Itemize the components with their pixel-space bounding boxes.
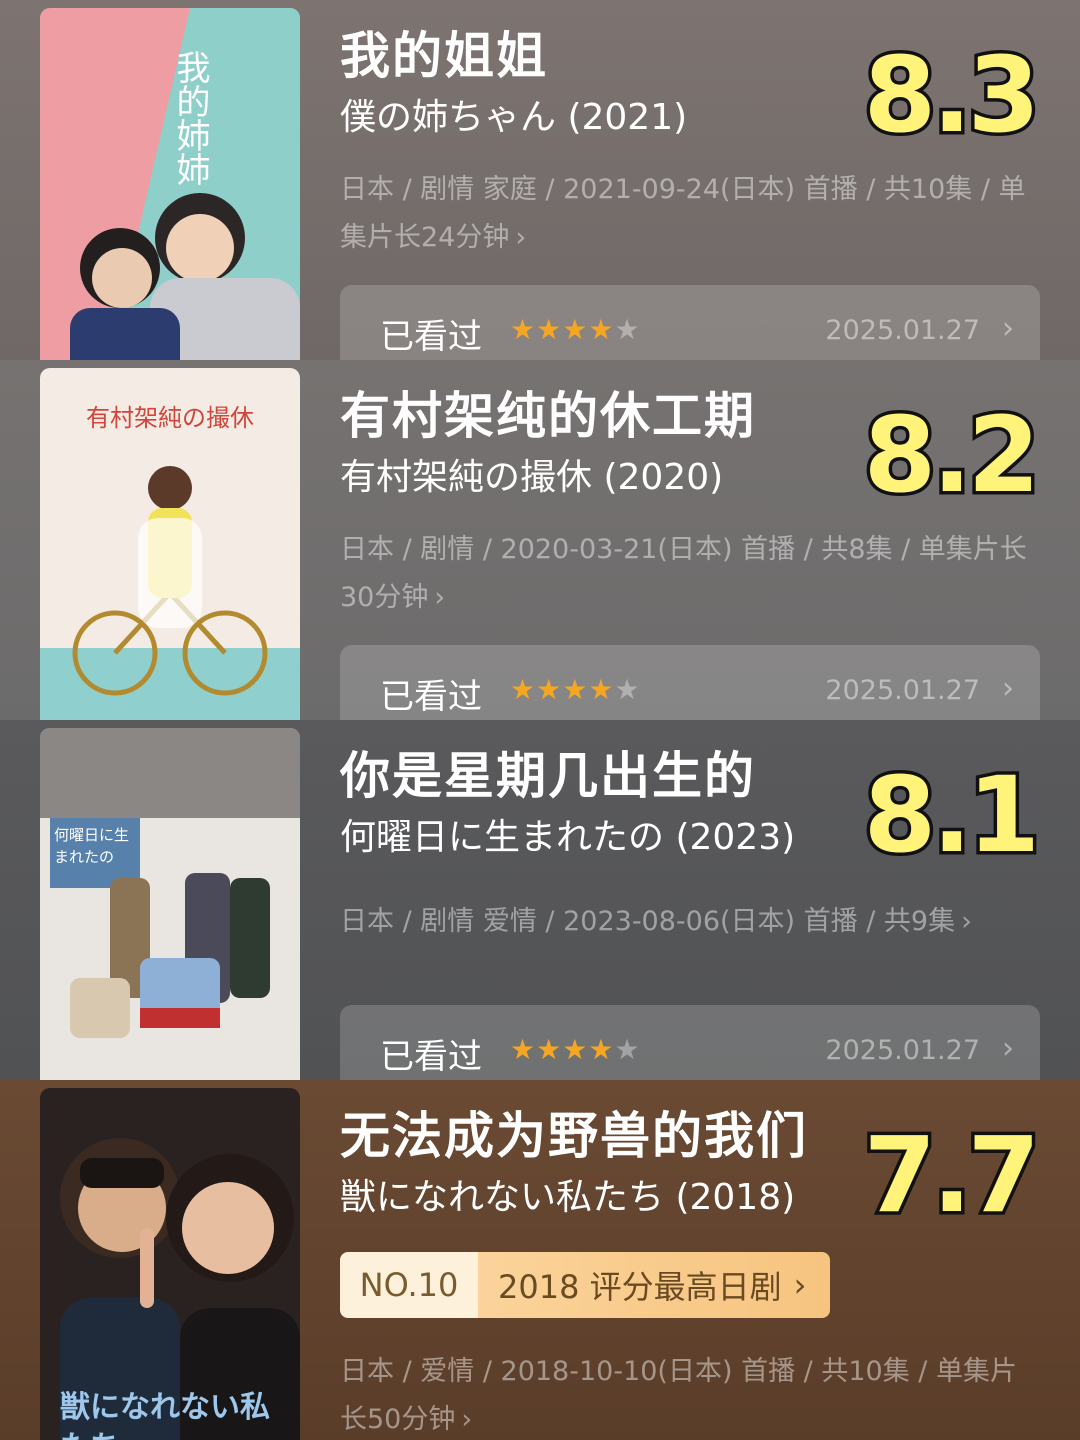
chevron-right-icon: › bbox=[434, 582, 446, 613]
chevron-right-icon: › bbox=[515, 222, 527, 253]
drama-original-title: 何曜日に生まれたの (2023) bbox=[340, 817, 796, 858]
chevron-right-icon: › bbox=[461, 1404, 473, 1435]
star-filled-icon: ★ bbox=[588, 1033, 615, 1066]
rank-number: NO.10 bbox=[340, 1252, 478, 1318]
drama-meta[interactable]: 日本 / 剧情 家庭 / 2021-09-24(日本) 首播 / 共10集 / … bbox=[340, 166, 1040, 262]
drama-card[interactable]: 何曜日に生まれたの 你是星期几出生的 何曜日に生まれたの (2023) 8.1 … bbox=[0, 720, 1080, 1080]
drama-title[interactable]: 我的姐姐 bbox=[340, 16, 548, 88]
meta-text: 日本 / 爱情 / 2018-10-10(日本) 首播 / 共10集 / 单集片… bbox=[340, 1356, 1017, 1435]
chevron-right-icon: › bbox=[961, 906, 972, 937]
drama-original-title: 有村架純の撮休 (2020) bbox=[340, 457, 724, 498]
star-filled-icon: ★ bbox=[536, 1033, 563, 1066]
poster-title: 有村架純の撮休 bbox=[86, 404, 254, 432]
drama-original-title: 獣になれない私たち (2018) bbox=[340, 1177, 796, 1218]
rank-label: 2018 评分最高日剧 › bbox=[478, 1252, 830, 1318]
star-filled-icon: ★ bbox=[588, 673, 615, 706]
star-filled-icon: ★ bbox=[536, 673, 563, 706]
star-filled-icon: ★ bbox=[510, 673, 537, 706]
meta-text: 日本 / 剧情 爱情 / 2023-08-06(日本) 首播 / 共9集 bbox=[340, 906, 956, 937]
star-filled-icon: ★ bbox=[562, 673, 589, 706]
rating-score: 7.7 bbox=[860, 1111, 1043, 1240]
drama-meta[interactable]: 日本 / 剧情 爱情 / 2023-08-06(日本) 首播 / 共9集 › bbox=[340, 898, 1040, 946]
poster-image[interactable]: 獣になれない私たち bbox=[40, 1088, 300, 1440]
watched-label: 已看过 bbox=[380, 1037, 482, 1077]
watched-status-bar[interactable]: 已看过 ★★★★★ 2025.01.27 › bbox=[340, 285, 1040, 360]
watched-date: 2025.01.27 bbox=[825, 675, 980, 706]
meta-text: 日本 / 剧情 家庭 / 2021-09-24(日本) 首播 / 共10集 / … bbox=[340, 174, 1026, 253]
watched-label: 已看过 bbox=[380, 677, 482, 717]
poster-image[interactable]: 有村架純の撮休 bbox=[40, 368, 300, 720]
star-empty-icon: ★ bbox=[614, 313, 641, 346]
drama-card[interactable]: 我的姉姉 我的姐姐 僕の姉ちゃん (2021) 8.3 日本 / 剧情 家庭 /… bbox=[0, 0, 1080, 360]
drama-title[interactable]: 你是星期几出生的 bbox=[340, 736, 756, 808]
watched-status-bar[interactable]: 已看过 ★★★★★ 2025.01.27 › bbox=[340, 1005, 1040, 1080]
chevron-right-icon: › bbox=[1002, 311, 1014, 346]
star-filled-icon: ★ bbox=[588, 313, 615, 346]
drama-card[interactable]: 獣になれない私たち 无法成为野兽的我们 獣になれない私たち (2018) 7.7… bbox=[0, 1080, 1080, 1440]
star-rating: ★★★★★ bbox=[510, 1033, 641, 1066]
star-filled-icon: ★ bbox=[510, 313, 537, 346]
drama-card[interactable]: 有村架純の撮休 有村架纯的休工期 有村架純の撮休 (2020) 8.2 日本 /… bbox=[0, 360, 1080, 720]
star-empty-icon: ★ bbox=[614, 1033, 641, 1066]
chevron-right-icon: › bbox=[1002, 671, 1014, 706]
rating-score: 8.1 bbox=[860, 751, 1043, 880]
watched-date: 2025.01.27 bbox=[825, 1035, 980, 1066]
rank-text: 2018 评分最高日剧 bbox=[498, 1268, 782, 1306]
rating-score: 8.2 bbox=[860, 391, 1043, 520]
drama-meta[interactable]: 日本 / 剧情 / 2020-03-21(日本) 首播 / 共8集 / 单集片长… bbox=[340, 526, 1040, 622]
chevron-right-icon: › bbox=[1002, 1031, 1014, 1066]
ranking-badge[interactable]: NO.10 2018 评分最高日剧 › bbox=[340, 1252, 830, 1318]
poster-title: 何曜日に生まれたの bbox=[54, 826, 130, 866]
chevron-right-icon: › bbox=[793, 1266, 807, 1304]
drama-title[interactable]: 无法成为野兽的我们 bbox=[340, 1096, 808, 1168]
watched-status-bar[interactable]: 已看过 ★★★★★ 2025.01.27 › bbox=[340, 645, 1040, 720]
star-filled-icon: ★ bbox=[536, 313, 563, 346]
star-filled-icon: ★ bbox=[562, 313, 589, 346]
star-empty-icon: ★ bbox=[614, 673, 641, 706]
drama-original-title: 僕の姉ちゃん (2021) bbox=[340, 97, 688, 138]
poster-title: 我的姉姉 bbox=[170, 50, 210, 186]
star-filled-icon: ★ bbox=[562, 1033, 589, 1066]
star-filled-icon: ★ bbox=[510, 1033, 537, 1066]
poster-image[interactable]: 何曜日に生まれたの bbox=[40, 728, 300, 1080]
drama-title[interactable]: 有村架纯的休工期 bbox=[340, 376, 756, 448]
star-rating: ★★★★★ bbox=[510, 313, 641, 346]
drama-meta[interactable]: 日本 / 爱情 / 2018-10-10(日本) 首播 / 共10集 / 单集片… bbox=[340, 1348, 1040, 1440]
rating-score: 8.3 bbox=[860, 31, 1043, 160]
watched-label: 已看过 bbox=[380, 317, 482, 357]
poster-image[interactable]: 我的姉姉 bbox=[40, 8, 300, 360]
watched-date: 2025.01.27 bbox=[825, 315, 980, 346]
star-rating: ★★★★★ bbox=[510, 673, 641, 706]
poster-title: 獣になれない私たち bbox=[60, 1390, 270, 1440]
